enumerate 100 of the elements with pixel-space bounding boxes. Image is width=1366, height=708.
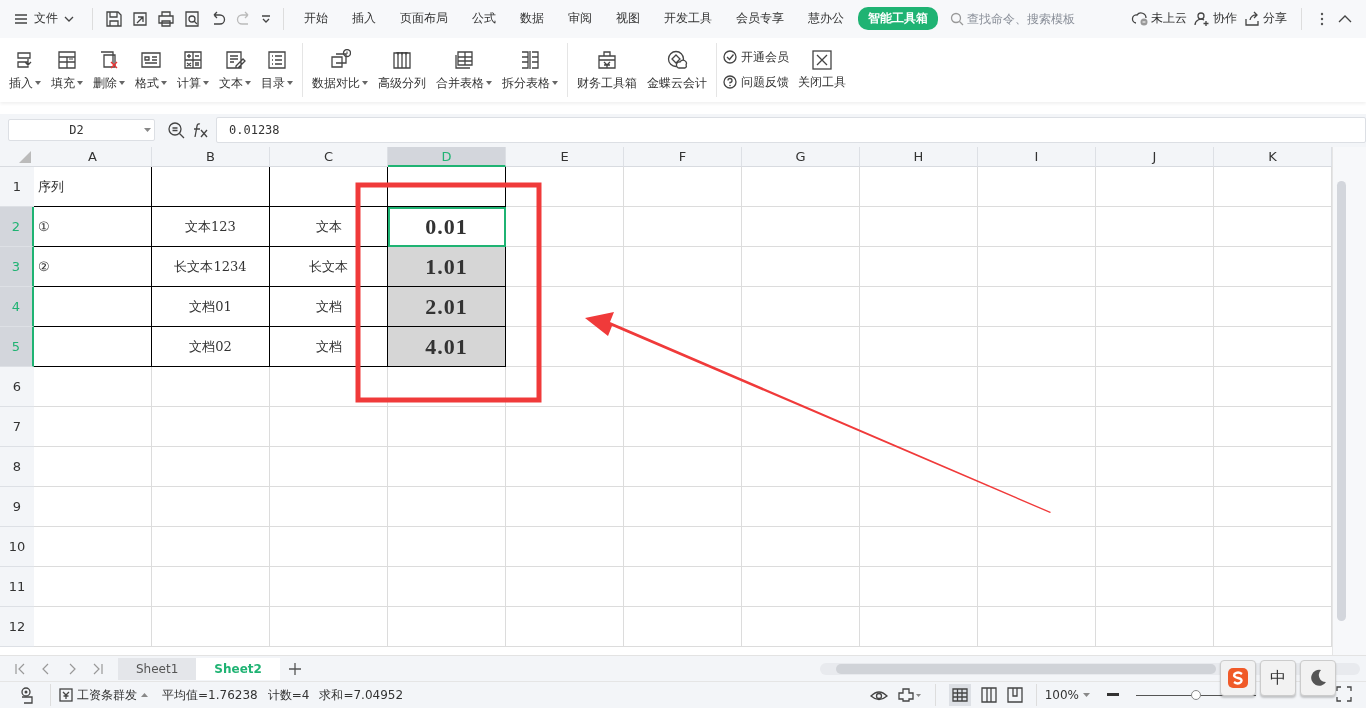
ribbon-tab[interactable]: 视图: [606, 7, 650, 31]
status-statistic: 平均值=1.76238: [162, 686, 258, 704]
search-field[interactable]: 查找命令、搜索模板: [950, 11, 1102, 26]
ribbon-tool-button[interactable]: 计算: [174, 46, 212, 93]
ribbon-tab[interactable]: 插入: [342, 7, 386, 31]
column-header[interactable]: C: [270, 147, 388, 168]
ribbon-tab[interactable]: 数据: [510, 7, 554, 31]
ime-mode-button[interactable]: 中: [1260, 660, 1296, 696]
row-header[interactable]: 1: [0, 167, 34, 208]
print-preview-icon[interactable]: [183, 9, 201, 28]
ribbon-tool-button[interactable]: 关闭工具: [795, 47, 849, 92]
function-icon[interactable]: [191, 122, 209, 139]
ribbon-tool-button[interactable]: 高级分列: [375, 46, 429, 93]
column-header[interactable]: I: [978, 147, 1096, 168]
ribbon-tool-button[interactable]: 开通会员: [723, 49, 789, 65]
table-fill-icon: [56, 48, 78, 71]
ribbon-tool-button[interactable]: 问题反馈: [723, 74, 789, 90]
ribbon-tab[interactable]: 会员专享: [726, 7, 794, 31]
eye-protection-icon[interactable]: [869, 688, 888, 703]
scroll-thumb[interactable]: [836, 663, 1216, 674]
ribbon-tool-button[interactable]: 插入: [6, 46, 44, 93]
column-header[interactable]: A: [34, 147, 152, 168]
row-header[interactable]: 7: [0, 407, 34, 448]
export-icon[interactable]: [131, 9, 149, 28]
collapse-icon[interactable]: [1338, 14, 1352, 23]
zoom-formula-icon[interactable]: [167, 121, 185, 140]
row-header[interactable]: 12: [0, 607, 34, 648]
ribbon-tab[interactable]: 公式: [462, 7, 506, 31]
ribbon-tool-button[interactable]: 数据对比: [309, 46, 371, 93]
column-header[interactable]: H: [860, 147, 978, 168]
share-icon: [1243, 10, 1260, 28]
column-header[interactable]: G: [742, 147, 860, 168]
status-statistic: 计数=4: [267, 686, 310, 704]
ribbon-tool-button[interactable]: 格式: [132, 46, 170, 93]
print-icon[interactable]: [157, 9, 175, 28]
check-circle-icon: [723, 50, 737, 65]
ribbon-tool-button[interactable]: 金蝶云会计: [644, 46, 710, 93]
row-header[interactable]: 11: [0, 567, 34, 608]
column-header[interactable]: K: [1214, 147, 1332, 168]
table-cell: 文档01: [152, 287, 270, 328]
table-cell: ①: [34, 207, 152, 248]
page-break-view-icon[interactable]: [1006, 687, 1023, 704]
row-header[interactable]: 8: [0, 447, 34, 488]
table-cell: 序列: [34, 167, 152, 208]
ribbon-tab[interactable]: 审阅: [558, 7, 602, 31]
freeze-cross-icon[interactable]: [897, 688, 922, 703]
chevron-down-icon: [64, 15, 74, 22]
vertical-scrollbar[interactable]: [1332, 147, 1366, 656]
save-icon[interactable]: [105, 9, 123, 28]
ribbon-tab[interactable]: 页面布局: [390, 7, 458, 31]
ribbon-tool-button[interactable]: 拆分表格: [499, 46, 561, 93]
ribbon-tool-button[interactable]: 合并表格: [433, 46, 495, 93]
fullscreen-icon[interactable]: [1336, 686, 1352, 702]
toolbar-action[interactable]: 未上云: [1131, 10, 1187, 28]
add-user-icon: [1193, 10, 1210, 28]
active-cell[interactable]: 0.01: [388, 207, 506, 248]
file-menu[interactable]: 文件: [14, 10, 74, 28]
ribbon-tool-button[interactable]: 填充: [48, 46, 86, 93]
normal-view-icon[interactable]: [948, 684, 971, 707]
ribbon-tool-button[interactable]: 删除: [90, 46, 128, 93]
first-sheet-icon[interactable]: [14, 662, 26, 675]
zoom-slider-thumb[interactable]: [1191, 689, 1201, 700]
delete-cells-icon: [98, 48, 120, 71]
row-header[interactable]: 9: [0, 487, 34, 528]
toolbar-action[interactable]: 分享: [1243, 10, 1287, 28]
table-cell: 文档02: [152, 327, 270, 368]
status-statistic: 求和=7.04952: [319, 686, 404, 704]
ribbon-tool-button[interactable]: 目录: [258, 46, 296, 93]
table-cell: 文本123: [152, 207, 270, 248]
caret-down-icon[interactable]: [261, 14, 271, 23]
name-box[interactable]: D2: [8, 119, 155, 142]
ribbon-tool-button[interactable]: 财务工具箱: [574, 46, 640, 93]
ribbon-tab[interactable]: 开发工具: [654, 7, 722, 31]
sheet-tab[interactable]: Sheet1: [118, 657, 197, 680]
column-header[interactable]: F: [624, 147, 742, 168]
formula-field[interactable]: 0.01238: [216, 117, 1366, 144]
ime-moon-button[interactable]: [1300, 660, 1336, 696]
ribbon-tab[interactable]: 开始: [294, 7, 338, 31]
row-header[interactable]: 10: [0, 527, 34, 568]
close-icon: [812, 49, 832, 70]
last-sheet-icon[interactable]: [92, 662, 104, 675]
column-header[interactable]: B: [152, 147, 270, 168]
row-header[interactable]: 6: [0, 367, 34, 408]
caret-down-icon: [144, 128, 151, 133]
column-header[interactable]: J: [1096, 147, 1214, 168]
calculator-icon: [182, 48, 204, 71]
column-header[interactable]: E: [506, 147, 624, 168]
add-sheet-icon[interactable]: [287, 661, 302, 676]
scroll-thumb[interactable]: [1337, 181, 1346, 622]
zoom-out-icon[interactable]: [1107, 693, 1119, 698]
toolbar-action[interactable]: 协作: [1193, 10, 1237, 28]
more-options-icon[interactable]: [1320, 11, 1324, 26]
page-layout-view-icon[interactable]: [980, 687, 997, 704]
merge-tables-icon: [453, 48, 475, 71]
ribbon-tab[interactable]: 慧办公: [798, 7, 854, 31]
payroll-tool-button[interactable]: 工资条群发: [59, 686, 148, 704]
ime-logo-button[interactable]: [1220, 660, 1256, 696]
caret-down-icon: [1083, 693, 1090, 698]
zoom-dropdown[interactable]: 100%: [1044, 688, 1090, 703]
ribbon-tool-button[interactable]: 文本: [216, 46, 254, 93]
